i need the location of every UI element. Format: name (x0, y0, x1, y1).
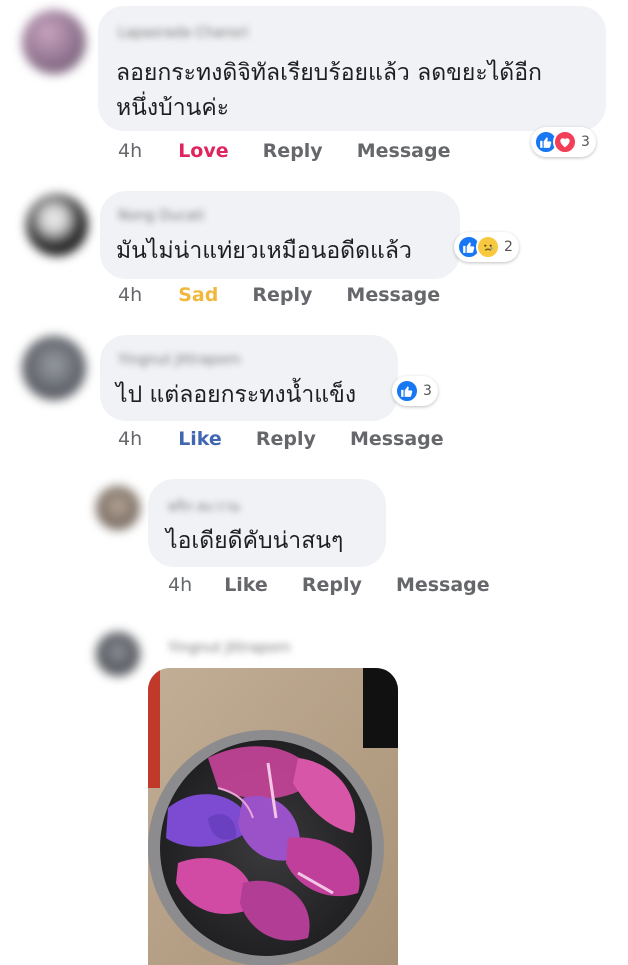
comment-text-line: หนึ่งบ้านค่ะ (116, 95, 230, 121)
reply-actions: 4h Like Reply Message (168, 574, 518, 596)
like-button[interactable]: Like (224, 574, 268, 596)
message-button[interactable]: Message (350, 428, 444, 450)
reaction-count: 3 (581, 134, 590, 150)
avatar[interactable] (96, 632, 140, 676)
message-button[interactable]: Message (396, 574, 490, 596)
reaction-summary[interactable]: 3 (531, 127, 596, 157)
avatar[interactable] (96, 486, 140, 530)
reply-button[interactable]: Reply (256, 428, 316, 450)
reply-button[interactable]: Reply (252, 284, 312, 306)
comment-actions: 4h Love Reply Message (118, 140, 478, 162)
avatar[interactable] (26, 194, 88, 256)
comment-author[interactable]: Yingnut Jittraporn (118, 352, 241, 368)
reaction-count: 2 (504, 239, 513, 255)
avatar[interactable] (22, 336, 86, 400)
comment-text-line: ลอยกระทงดิจิทัลเรียบร้อยแล้ว ลดขยะได้อีก (116, 60, 542, 86)
sad-icon (476, 235, 500, 259)
avatar[interactable] (22, 10, 86, 74)
comment-author[interactable]: Nong Ducati (118, 208, 205, 224)
reaction-summary[interactable]: 3 (392, 376, 438, 406)
reply-author[interactable]: พริก ตะวาน (168, 496, 240, 518)
love-icon (553, 130, 577, 154)
comment-time: 4h (118, 140, 143, 162)
love-reaction-button[interactable]: Love (178, 140, 228, 162)
reaction-count: 3 (423, 383, 432, 399)
reply-button[interactable]: Reply (302, 574, 362, 596)
photo-reply-author[interactable]: Yingnut Jittraporn (168, 640, 291, 656)
comment-text-line: ไป แต่ลอยกระทงน้ำแข็ง (116, 382, 357, 408)
message-button[interactable]: Message (357, 140, 451, 162)
comment-author[interactable]: Lapasrada Chansri (118, 25, 248, 41)
reaction-summary[interactable]: 2 (454, 232, 519, 262)
like-reaction-button[interactable]: Like (178, 428, 222, 450)
sad-reaction-button[interactable]: Sad (178, 284, 218, 306)
comment-actions: 4h Like Reply Message (118, 428, 472, 450)
reply-time: 4h (168, 574, 193, 596)
comment-actions: 4h Sad Reply Message (118, 284, 468, 306)
reply-text-line: ไอเดียดีคับน่าสนๆ (166, 528, 344, 554)
like-icon (395, 379, 419, 403)
comment-time: 4h (118, 428, 143, 450)
comment-text-line: มันไม่น่าแท่ยวเหมือนอดีดแล้ว (116, 238, 412, 264)
comment-time: 4h (118, 284, 143, 306)
attached-photo[interactable] (148, 668, 398, 965)
flower-bowl-photo (148, 668, 398, 965)
reply-button[interactable]: Reply (263, 140, 323, 162)
message-button[interactable]: Message (346, 284, 440, 306)
